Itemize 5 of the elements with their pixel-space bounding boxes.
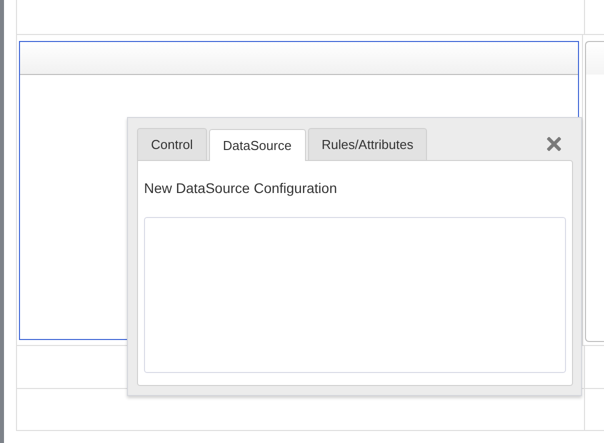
tab[interactable]: Rules/Attributes [308, 128, 428, 160]
tab[interactable]: Control [137, 128, 207, 160]
close-icon[interactable] [547, 137, 561, 151]
section-heading: New DataSource Configuration [144, 180, 338, 196]
tab[interactable]: DataSource [208, 129, 306, 161]
